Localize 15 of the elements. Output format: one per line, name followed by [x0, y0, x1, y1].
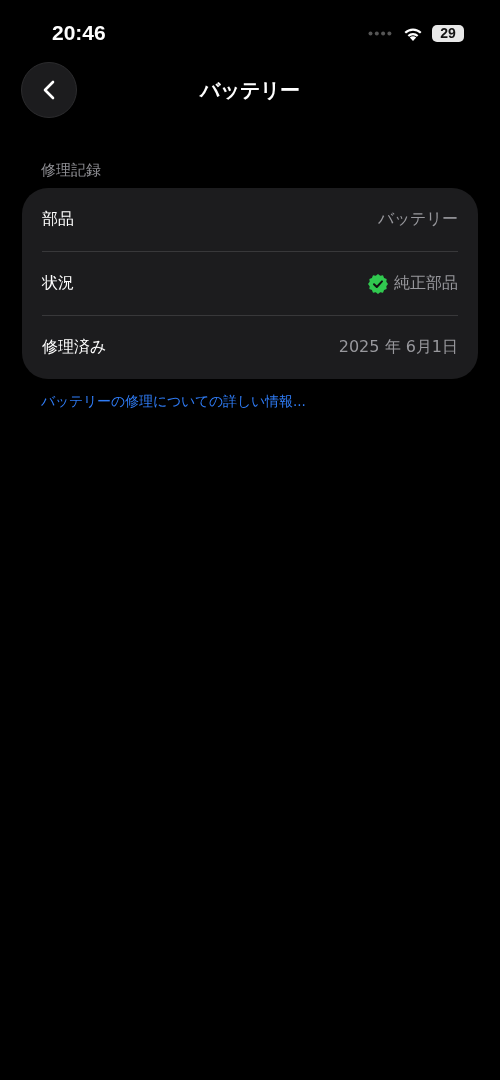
row-value: バッテリー: [378, 209, 458, 230]
back-button[interactable]: [21, 62, 77, 118]
chevron-left-icon: [43, 80, 55, 100]
signal-icon: [368, 30, 392, 36]
row-value: 2025 年 6月1日: [338, 337, 458, 358]
section-header: 修理記録: [41, 160, 102, 180]
battery-indicator: 29: [432, 24, 464, 42]
row-value: 純正部品: [394, 273, 458, 294]
row-label: 修理済み: [42, 337, 106, 358]
status-time: 20:46: [52, 21, 106, 45]
verified-badge-icon: [368, 273, 388, 294]
page-title: バッテリー: [200, 76, 300, 104]
row-label: 状況: [42, 273, 74, 294]
info-link[interactable]: バッテリーの修理についての詳しい情報...: [41, 393, 306, 409]
row-label: 部品: [42, 209, 74, 230]
